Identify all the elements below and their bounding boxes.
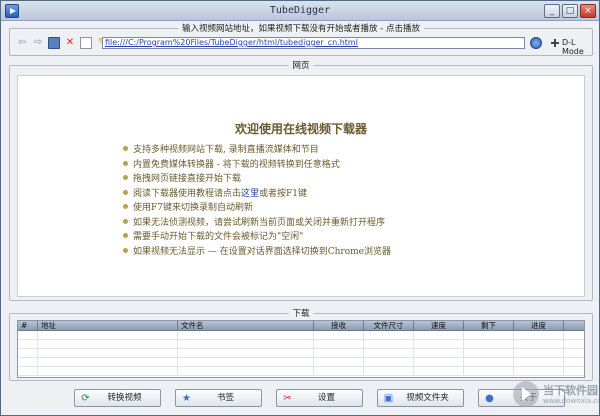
web-view[interactable]: 欢迎使用在线视频下载器 支持多种视频网站下载, 录制直播流媒体和节目 内置免费媒… xyxy=(17,75,585,297)
table-row xyxy=(18,367,584,376)
feature-item: 如果视频无法显示 — 在设置对话界面选择切换到Chrome浏览器 xyxy=(123,245,391,260)
welcome-heading: 欢迎使用在线视频下载器 xyxy=(234,122,367,136)
info-icon: ● xyxy=(485,393,494,404)
feature-item: 内置免费媒体转换器 - 将下载的视频转换到任意格式 xyxy=(123,158,391,173)
convert-icon: ⟳ xyxy=(81,393,90,404)
folder-icon: ▣ xyxy=(383,393,394,404)
column-header-address[interactable]: 地址 xyxy=(38,321,178,330)
close-button[interactable]: × xyxy=(580,4,596,18)
title-bar: TubeDigger _ □ × xyxy=(1,1,599,21)
downloads-table[interactable]: # 地址 文件名 接收 文件尺寸 速度 剩下 进度 xyxy=(17,320,585,378)
bottom-button-bar: ⟳ 转换视频 ★ 书签 ✂ 设置 ▣ 视频文件夹 ● 关于 xyxy=(74,389,565,407)
maximize-button[interactable]: □ xyxy=(562,4,578,18)
column-header-index[interactable]: # xyxy=(18,321,38,330)
url-group: 输入视频网站地址，如果视频下载没有开始或者播放 - 点击播放 ⇦ ⇨ ✕ ✎ f… xyxy=(9,22,593,56)
column-header-received[interactable]: 接收 xyxy=(314,321,364,330)
bullet-icon xyxy=(123,189,128,195)
forward-arrow-icon[interactable]: ⇨ xyxy=(32,37,44,49)
table-row xyxy=(18,340,584,349)
feature-item: 拖拽网页链接直接开始下载 xyxy=(123,172,391,187)
dl-mode-label[interactable]: D-L Mode xyxy=(562,38,592,56)
bullet-icon xyxy=(123,218,128,224)
nav-toolbar: ⇦ ⇨ ✕ ✎ xyxy=(16,37,108,49)
feature-item: 使用F7键来切换录制自动刷新 xyxy=(123,201,391,216)
delete-icon[interactable]: ✕ xyxy=(64,37,76,49)
table-row xyxy=(18,331,584,340)
watermark: 当下软件园 www.downxia.com xyxy=(513,379,600,411)
back-arrow-icon[interactable]: ⇦ xyxy=(16,37,28,49)
bullet-icon xyxy=(123,247,128,253)
document-icon[interactable] xyxy=(80,37,92,49)
feature-item: 支持多种视频网站下载, 录制直播流媒体和节目 xyxy=(123,143,391,158)
bullet-icon xyxy=(123,233,128,238)
app-window: TubeDigger _ □ × 输入视频网站地址，如果视频下载没有开始或者播放… xyxy=(0,0,600,416)
dl-mode-icon[interactable] xyxy=(550,38,560,48)
downloads-group-legend: 下载 xyxy=(288,307,314,319)
window-title: TubeDigger xyxy=(269,5,331,16)
settings-button[interactable]: ✂ 设置 xyxy=(276,389,363,407)
column-header-progress[interactable]: 进度 xyxy=(514,321,564,330)
minimize-button[interactable]: _ xyxy=(544,4,560,18)
feature-item: 需要手动开始下载的文件会被标记为"空闲" xyxy=(123,230,391,245)
feature-item: 阅读下载器使用教程请点击这里或者按F1键 xyxy=(123,187,391,202)
column-header-filesize[interactable]: 文件尺寸 xyxy=(364,321,414,330)
settings-icon: ✂ xyxy=(283,393,292,404)
save-icon[interactable] xyxy=(48,37,60,49)
bullet-icon xyxy=(123,175,128,180)
downloads-group: 下载 # 地址 文件名 接收 文件尺寸 速度 剩下 进度 xyxy=(9,307,593,381)
bullet-icon xyxy=(123,204,128,209)
url-input[interactable]: file:///C:/Program%20Files/TubeDigger/ht… xyxy=(102,37,525,49)
table-row xyxy=(18,349,584,358)
feature-item: 如果无法侦测视频，请尝试刷新当前页面或关闭并重新打开程序 xyxy=(123,216,391,231)
feature-list: 支持多种视频网站下载, 录制直播流媒体和节目 内置免费媒体转换器 - 将下载的视… xyxy=(123,143,391,259)
column-header-extra[interactable] xyxy=(564,321,584,330)
convert-video-button[interactable]: ⟳ 转换视频 xyxy=(74,389,161,407)
watermark-text: 当下软件园 xyxy=(543,384,598,397)
bullet-icon xyxy=(123,160,128,166)
bullet-icon xyxy=(123,146,128,151)
url-group-legend: 输入视频网站地址，如果视频下载没有开始或者播放 - 点击播放 xyxy=(178,22,424,34)
video-folder-button[interactable]: ▣ 视频文件夹 xyxy=(377,389,464,407)
window-controls: _ □ × xyxy=(544,4,596,18)
watermark-url: www.downxia.com xyxy=(543,397,600,405)
column-header-remaining[interactable]: 剩下 xyxy=(464,321,514,330)
watermark-logo-icon xyxy=(513,381,539,407)
help-link[interactable]: 这里 xyxy=(241,189,259,199)
star-icon: ★ xyxy=(182,393,191,404)
web-group: 网页 欢迎使用在线视频下载器 支持多种视频网站下载, 录制直播流媒体和节目 内置… xyxy=(9,59,593,301)
go-globe-icon[interactable] xyxy=(530,37,542,49)
bookmarks-button[interactable]: ★ 书签 xyxy=(175,389,262,407)
column-header-speed[interactable]: 速度 xyxy=(414,321,464,330)
column-header-filename[interactable]: 文件名 xyxy=(178,321,314,330)
table-header: # 地址 文件名 接收 文件尺寸 速度 剩下 进度 xyxy=(18,321,584,331)
web-group-legend: 网页 xyxy=(288,59,314,71)
table-row xyxy=(18,358,584,367)
